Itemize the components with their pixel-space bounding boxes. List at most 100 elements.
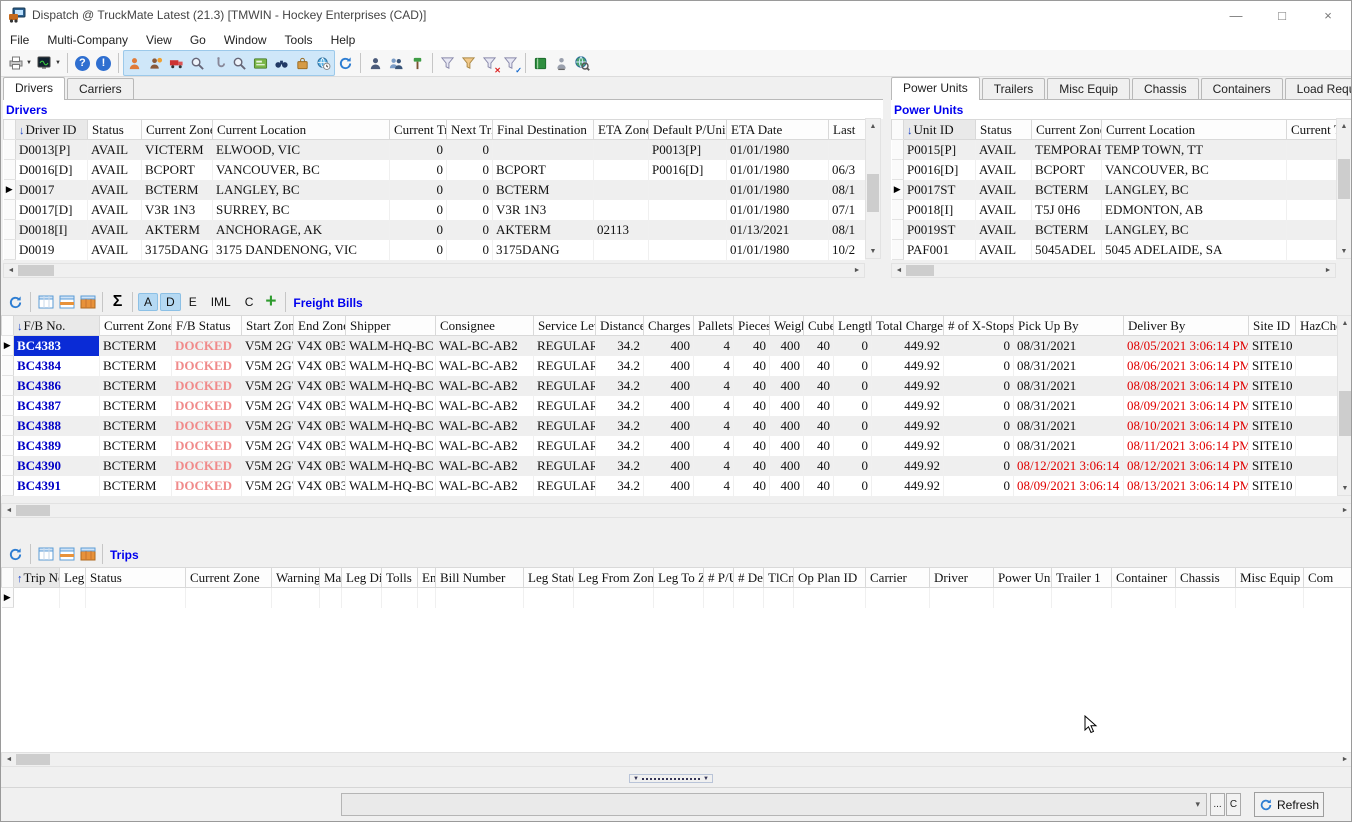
- freight-view-button[interactable]: C: [239, 293, 260, 311]
- c-button[interactable]: C: [1226, 793, 1241, 816]
- tab-equipment[interactable]: Load Request: [1285, 78, 1352, 99]
- filter-combobox[interactable]: ▾: [341, 793, 1207, 816]
- freight-column-header[interactable]: Pick Up By: [1014, 316, 1124, 336]
- freight-column-header[interactable]: Weight: [770, 316, 804, 336]
- trips-column-header[interactable]: Warnings: [272, 568, 320, 588]
- drivers-row[interactable]: ▶ D0017 AVAIL BCTERM LANGLEY, BC 0 0 BCT…: [4, 180, 866, 200]
- trips-column-header[interactable]: Leg Dist: [342, 568, 382, 588]
- power-unit-row[interactable]: P0015[P] AVAIL TEMPORAR TEMP TOWN, TT: [892, 140, 1337, 160]
- scroll-up-arrow[interactable]: ▲: [866, 119, 880, 133]
- freight-column-header[interactable]: End Zone: [294, 316, 346, 336]
- freight-horizontal-scrollbar[interactable]: ◄ ►: [1, 503, 1352, 518]
- drivers-row[interactable]: D0013[P] AVAIL VICTERM ELWOOD, VIC 0 0 P…: [4, 140, 866, 160]
- user-statue-icon[interactable]: [551, 52, 572, 74]
- freight-bill-row[interactable]: BC4391 BCTERM DOCKED V5M 2G7 V4X 0B3 WAL…: [2, 476, 1338, 496]
- drivers-column-header[interactable]: Current Zone: [142, 120, 213, 140]
- trips-column-header[interactable]: Chassis: [1176, 568, 1236, 588]
- trips-column-header[interactable]: Leg From Zone: [574, 568, 654, 588]
- scroll-left-arrow[interactable]: ◄: [2, 753, 16, 766]
- trips-column-header[interactable]: Leg To Zone: [654, 568, 704, 588]
- freight-column-header[interactable]: Deliver By: [1124, 316, 1249, 336]
- freight-column-header[interactable]: Distance: [596, 316, 644, 336]
- freight-bill-row[interactable]: BC4390 BCTERM DOCKED V5M 2G7 V4X 0B3 WAL…: [2, 456, 1338, 476]
- power-column-header[interactable]: Current Location: [1102, 120, 1287, 140]
- freight-column-header[interactable]: Cube: [804, 316, 834, 336]
- sum-button[interactable]: Σ: [107, 291, 128, 313]
- grid-detail-view-icon[interactable]: [56, 291, 77, 313]
- close-button[interactable]: ×: [1305, 1, 1351, 29]
- freight-vertical-scrollbar[interactable]: ▲ ▼: [1337, 315, 1352, 496]
- freight-column-header[interactable]: Pieces: [734, 316, 770, 336]
- freight-column-header[interactable]: ↓F/B No.: [14, 316, 100, 336]
- drivers-column-header[interactable]: Status: [88, 120, 142, 140]
- freight-bill-row[interactable]: ▶ BC4383 BCTERM DOCKED V5M 2G7 V4X 0B3 W…: [2, 336, 1338, 356]
- trips-column-header[interactable]: Trailer 1: [1052, 568, 1112, 588]
- menu-item[interactable]: Window: [215, 30, 276, 50]
- drivers-row[interactable]: D0016[D] AVAIL BCPORT VANCOUVER, BC 0 0 …: [4, 160, 866, 180]
- trips-column-header[interactable]: Carrier: [866, 568, 930, 588]
- scroll-thumb[interactable]: [1339, 391, 1351, 436]
- print-dropdown-caret[interactable]: ▼: [26, 60, 32, 66]
- terminal-button[interactable]: [34, 52, 55, 74]
- drivers-row[interactable]: D0018[I] AVAIL AKTERM ANCHORAGE, AK 0 0 …: [4, 220, 866, 240]
- grid-detail-view-icon[interactable]: [56, 543, 77, 565]
- refresh-button[interactable]: Refresh: [1254, 792, 1324, 817]
- freight-view-button[interactable]: D: [160, 293, 181, 311]
- web-search-icon[interactable]: [572, 52, 593, 74]
- drivers-column-header[interactable]: Next Trip: [447, 120, 493, 140]
- freight-bill-row[interactable]: BC4389 BCTERM DOCKED V5M 2G7 V4X 0B3 WAL…: [2, 436, 1338, 456]
- trips-column-header[interactable]: Current Zone: [186, 568, 272, 588]
- refresh-icon[interactable]: [5, 291, 26, 313]
- filter-icon[interactable]: [437, 52, 458, 74]
- drivers-column-header[interactable]: ↓Driver ID: [16, 120, 88, 140]
- grid-view-icon[interactable]: [35, 291, 56, 313]
- carrier-icon[interactable]: [145, 52, 166, 74]
- scroll-down-arrow[interactable]: ▼: [866, 244, 880, 258]
- maximize-button[interactable]: □: [1259, 1, 1305, 29]
- freight-column-header[interactable]: Length: [834, 316, 872, 336]
- freight-column-header[interactable]: Site ID: [1249, 316, 1296, 336]
- power-unit-row[interactable]: PAF001 AVAIL 5045ADEL 5045 ADELAIDE, SA: [892, 240, 1337, 260]
- scroll-right-arrow[interactable]: ►: [1321, 264, 1335, 277]
- rate-card-icon[interactable]: [250, 52, 271, 74]
- freight-column-header[interactable]: Consignee: [436, 316, 534, 336]
- scroll-thumb[interactable]: [906, 265, 934, 276]
- freight-bill-row[interactable]: BC4386 BCTERM DOCKED V5M 2G7 V4X 0B3 WAL…: [2, 376, 1338, 396]
- driver-profile-icon[interactable]: [365, 52, 386, 74]
- scroll-down-arrow[interactable]: ▼: [1337, 244, 1351, 258]
- trips-column-header[interactable]: Op Plan ID: [794, 568, 866, 588]
- trips-horizontal-scrollbar[interactable]: ◄ ►: [1, 752, 1352, 767]
- freight-column-header[interactable]: F/B Status: [172, 316, 242, 336]
- binoculars-icon[interactable]: [271, 52, 292, 74]
- menu-item[interactable]: View: [137, 30, 181, 50]
- grid-summary-view-icon[interactable]: [77, 291, 98, 313]
- menu-item[interactable]: Help: [322, 30, 365, 50]
- scroll-thumb[interactable]: [867, 174, 879, 212]
- trips-column-header[interactable]: Leg State: [524, 568, 574, 588]
- trips-column-header[interactable]: Power Unit: [994, 568, 1052, 588]
- trailer-search-icon[interactable]: [187, 52, 208, 74]
- trips-column-header[interactable]: ↑Trip No.: [14, 568, 60, 588]
- scroll-thumb[interactable]: [1338, 159, 1350, 199]
- filter-confirm-icon[interactable]: ✓: [500, 52, 521, 74]
- freight-view-button[interactable]: A: [138, 293, 158, 311]
- drivers-row[interactable]: D0017[D] AVAIL V3R 1N3 SURREY, BC 0 0 V3…: [4, 200, 866, 220]
- power-unit-row[interactable]: P0018[I] AVAIL T5J 0H6 EDMONTON, AB: [892, 200, 1337, 220]
- trips-column-header[interactable]: TlCnt: [764, 568, 794, 588]
- bag-icon[interactable]: [292, 52, 313, 74]
- drivers-column-header[interactable]: Final Destination: [493, 120, 594, 140]
- freight-column-header[interactable]: # of X-Stops: [944, 316, 1014, 336]
- refresh-icon[interactable]: [335, 52, 356, 74]
- freight-bill-row[interactable]: BC4384 BCTERM DOCKED V5M 2G7 V4X 0B3 WAL…: [2, 356, 1338, 376]
- trips-column-header[interactable]: Status: [86, 568, 186, 588]
- scroll-up-arrow[interactable]: ▲: [1337, 119, 1351, 133]
- truck-icon[interactable]: [166, 52, 187, 74]
- power-column-header[interactable]: Status: [976, 120, 1032, 140]
- power-vertical-scrollbar[interactable]: ▲ ▼: [1336, 118, 1352, 259]
- tab-equipment[interactable]: Trailers: [982, 78, 1046, 99]
- globe-clock-icon[interactable]: [313, 52, 334, 74]
- hook-icon[interactable]: [208, 52, 229, 74]
- scroll-down-arrow[interactable]: ▼: [1338, 481, 1352, 495]
- info-icon[interactable]: !: [93, 52, 114, 74]
- menu-item[interactable]: File: [1, 30, 38, 50]
